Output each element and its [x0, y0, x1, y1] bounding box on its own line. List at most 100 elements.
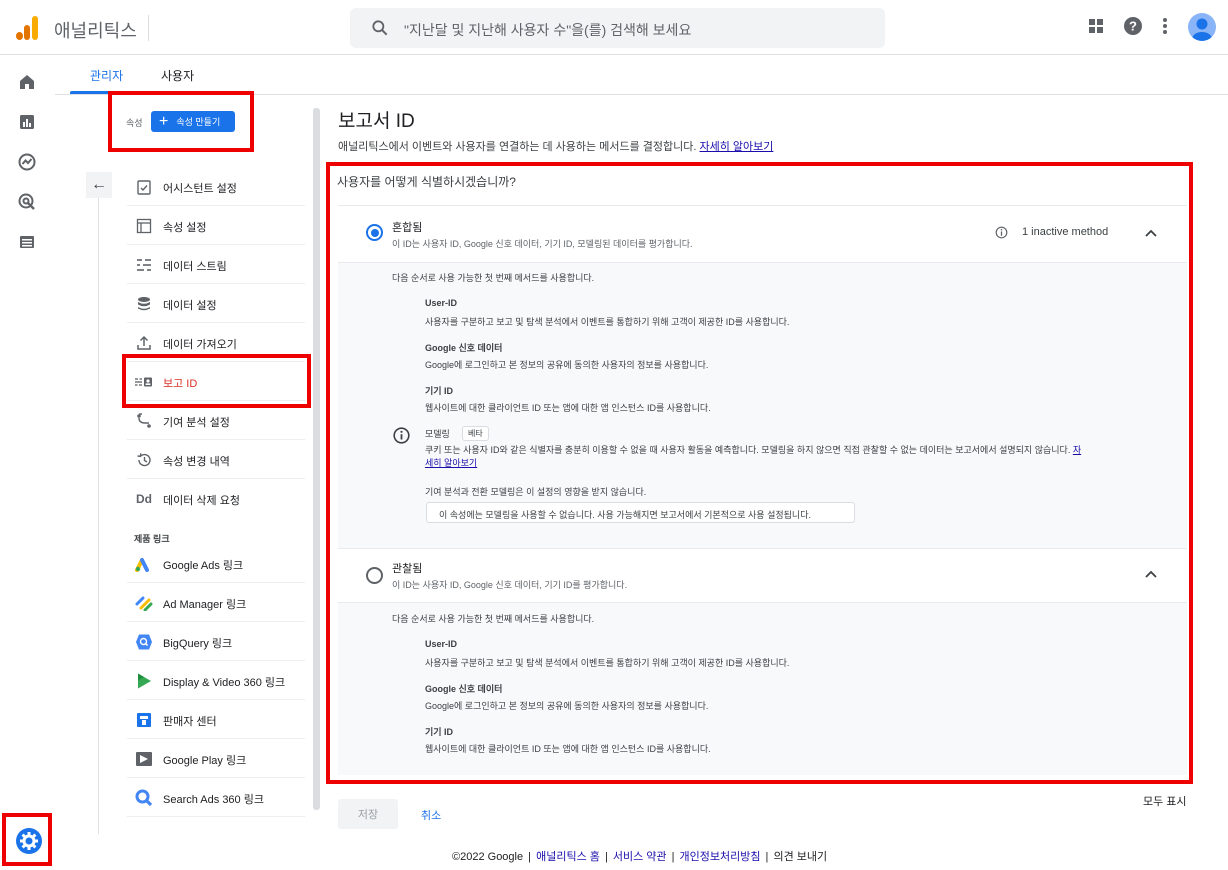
nav-item-label: Display & Video 360 링크 [163, 677, 286, 689]
info-icon [393, 427, 410, 444]
option-header[interactable]: 관찰됨 이 ID는 사용자 ID, Google 신호 데이터, 기기 ID를 … [338, 549, 1187, 602]
bigquery-icon [135, 633, 153, 651]
option-panel-observed: 관찰됨 이 ID는 사용자 ID, Google 신호 데이터, 기기 ID를 … [338, 548, 1187, 775]
nav-item-change-history[interactable]: 속성 변경 내역 [127, 440, 305, 479]
nav-item-label: Google Ads 링크 [163, 560, 244, 572]
footer-link-terms[interactable]: 서비스 약관 [613, 851, 667, 863]
nav-item-label: 기여 분석 설정 [163, 417, 230, 429]
nav-item-label: 데이터 설정 [163, 300, 217, 312]
save-button[interactable]: 저장 [338, 799, 398, 829]
nav-item-google-play[interactable]: Google Play 링크 [127, 739, 305, 778]
footer-link-analytics-home[interactable]: 애널리틱스 홈 [536, 851, 600, 863]
nav-item-label: 데이터 삭제 요청 [163, 495, 240, 507]
modeling-footnote: 기여 분석과 전환 모델링은 이 설정의 영향을 받지 않습니다. [425, 487, 647, 497]
method-title: User-ID [425, 298, 458, 308]
nav-scrollbar[interactable] [313, 108, 320, 810]
method-description: 웹사이트에 대한 클라이언트 ID 또는 앱에 대한 앱 인스턴스 ID를 사용… [425, 403, 711, 413]
inactive-method-note: 1 inactive method [1022, 226, 1109, 238]
learn-more-link[interactable]: 자세히 알아보기 [699, 141, 773, 153]
method-description: Google에 로그인하고 본 정보의 공유에 동의한 사용자의 정보를 사용합… [425, 701, 709, 711]
beta-badge: 베타 [462, 426, 489, 441]
option-title: 관찰됨 [392, 563, 423, 575]
option-header[interactable]: 혼합됨 이 ID는 사용자 ID, Google 신호 데이터, 기기 ID, … [338, 206, 1187, 262]
search-bar[interactable]: "지난달 및 지난해 사용자 수"을(를) 검색해 보세요 [350, 8, 885, 48]
apps-grid-icon[interactable] [1084, 14, 1108, 38]
attribution-icon [135, 412, 153, 430]
property-settings-icon [135, 217, 153, 235]
radio-blended[interactable] [366, 224, 383, 241]
display-video-360-icon [135, 672, 153, 690]
modeling-description: 쿠키 또는 사용자 ID와 같은 식별자를 충분히 이용할 수 없을 때 사용자… [425, 444, 1140, 470]
modeling-unavailable-notice: 이 속성에는 모델링을 사용할 수 없습니다. 사용 가능해지면 보고서에서 기… [426, 502, 855, 523]
copyright: ©2022 Google [452, 851, 524, 863]
method-order-intro: 다음 순서로 사용 가능한 첫 번째 메서드를 사용합니다. [392, 273, 595, 283]
page-description: 애널리틱스에서 이벤트와 사용자를 연결하는 데 사용하는 메서드를 결정합니다… [338, 138, 773, 154]
modeling-description-text: 쿠키 또는 사용자 ID와 같은 식별자를 충분히 이용할 수 없을 때 사용자… [425, 445, 1071, 455]
nav-item-label: 어시스턴트 설정 [163, 183, 237, 195]
avatar[interactable] [1188, 13, 1216, 41]
create-property-button[interactable]: + 속성 만들기 [151, 111, 235, 132]
option-description: 이 ID는 사용자 ID, Google 신호 데이터, 기기 ID를 평가합니… [392, 580, 628, 590]
nav-item-data-settings[interactable]: 데이터 설정 [127, 284, 305, 323]
nav-item-label: BigQuery 링크 [163, 638, 233, 650]
option-panel-blended: 혼합됨 이 ID는 사용자 ID, Google 신호 데이터, 기기 ID, … [338, 205, 1187, 548]
nav-item-label: 속성 설정 [163, 222, 207, 234]
option-body: 다음 순서로 사용 가능한 첫 번째 메서드를 사용합니다. User-ID 사… [338, 602, 1187, 775]
cancel-button[interactable]: 취소 [421, 807, 441, 823]
reports-icon[interactable] [17, 112, 37, 132]
nav-item-dv360[interactable]: Display & Video 360 링크 [127, 661, 305, 700]
tab-user[interactable]: 사용자 [161, 67, 194, 84]
search-icon [372, 20, 388, 36]
nav-item-property-settings[interactable]: 속성 설정 [127, 206, 305, 245]
option-description: 이 ID는 사용자 ID, Google 신호 데이터, 기기 ID, 모델링된… [392, 239, 693, 249]
data-streams-icon [135, 256, 153, 274]
configure-icon[interactable] [17, 232, 37, 252]
method-title: Google 신호 데이터 [425, 343, 503, 353]
feedback-link[interactable]: 의견 보내기 [773, 851, 827, 863]
identity-question: 사용자를 어떻게 식별하시겠습니까? [337, 175, 516, 189]
nav-item-google-ads[interactable]: Google Ads 링크 [127, 544, 305, 583]
nav-item-merchant-center[interactable]: 판매자 센터 [127, 700, 305, 739]
search-ads-360-icon [135, 789, 153, 807]
description-text: 애널리틱스에서 이벤트와 사용자를 연결하는 데 사용하는 메서드를 결정합니다… [338, 141, 697, 153]
nav-item-label: 속성 변경 내역 [163, 456, 230, 468]
help-icon[interactable]: ? [1121, 14, 1145, 38]
create-property-label: 속성 만들기 [176, 117, 221, 127]
nav-item-label: Search Ads 360 링크 [163, 794, 264, 806]
ad-manager-icon [135, 594, 153, 612]
method-title: 기기 ID [425, 727, 454, 737]
nav-item-label: 판매자 센터 [163, 716, 217, 728]
nav-divider [98, 198, 99, 834]
chevron-up-icon[interactable] [1144, 228, 1158, 238]
show-all-link[interactable]: 모두 표시 [1143, 793, 1187, 809]
nav-item-search-ads-360[interactable]: Search Ads 360 링크 [127, 778, 305, 817]
reporting-identity-highlight [122, 354, 311, 408]
search-input[interactable]: "지난달 및 지난해 사용자 수"을(를) 검색해 보세요 [404, 20, 691, 40]
upload-icon [135, 334, 153, 352]
method-title: Google 신호 데이터 [425, 684, 503, 694]
nav-item-data-deletion[interactable]: Dd 데이터 삭제 요청 [127, 479, 305, 518]
chevron-up-icon[interactable] [1144, 569, 1158, 579]
nav-item-bigquery[interactable]: BigQuery 링크 [127, 622, 305, 661]
nav-item-label: 데이터 스트림 [163, 261, 227, 273]
radio-observed[interactable] [366, 567, 383, 584]
database-icon [135, 295, 153, 313]
more-vert-icon[interactable] [1153, 14, 1177, 38]
nav-item-data-streams[interactable]: 데이터 스트림 [127, 245, 305, 284]
home-icon[interactable] [17, 72, 37, 92]
divider [148, 15, 149, 41]
method-description: 웹사이트에 대한 클라이언트 ID 또는 앱에 대한 앱 인스턴스 ID를 사용… [425, 744, 711, 754]
plus-icon: + [159, 112, 169, 130]
advertising-icon[interactable] [17, 192, 37, 212]
footer-link-privacy[interactable]: 개인정보처리방침 [680, 851, 761, 863]
method-order-intro: 다음 순서로 사용 가능한 첫 번째 메서드를 사용합니다. [392, 614, 595, 624]
nav-item-ad-manager[interactable]: Ad Manager 링크 [127, 583, 305, 622]
explore-icon[interactable] [17, 152, 37, 172]
gear-icon[interactable] [16, 828, 42, 854]
method-description: 사용자를 구분하고 보고 및 탐색 분석에서 이벤트를 통합하기 위해 고객이 … [425, 317, 790, 327]
nav-item-assistant[interactable]: 어시스턴트 설정 [127, 167, 305, 206]
back-arrow-icon[interactable]: ← [86, 172, 112, 198]
analytics-logo[interactable] [14, 14, 40, 40]
method-description: Google에 로그인하고 본 정보의 공유에 동의한 사용자의 정보를 사용합… [425, 360, 709, 370]
tab-admin[interactable]: 관리자 [90, 67, 123, 84]
